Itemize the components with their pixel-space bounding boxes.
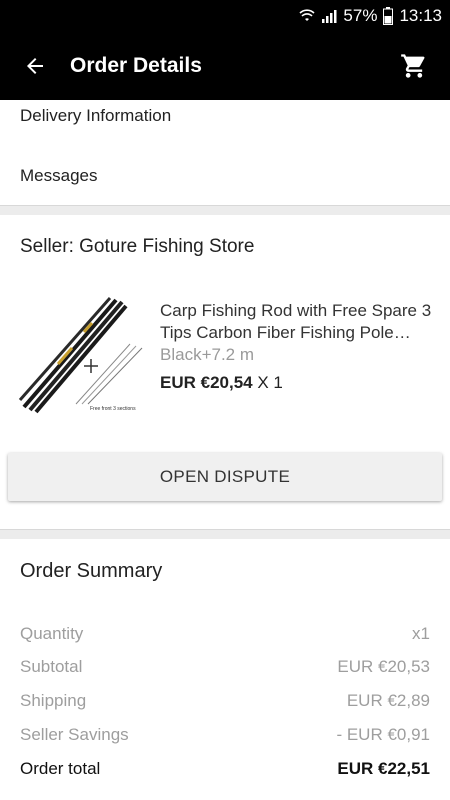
summary-label: Shipping <box>20 691 87 710</box>
order-total-label: Order total <box>20 759 101 778</box>
summary-value: EUR €2,89 <box>346 691 430 710</box>
seller-name[interactable]: Seller: Goture Fishing Store <box>20 236 254 258</box>
product-image-caption: Free front 3 sections <box>90 406 136 412</box>
product-quantity: X 1 <box>252 373 283 392</box>
order-total-value: EUR €22,51 <box>337 759 430 778</box>
order-summary-title: Order Summary <box>20 560 163 582</box>
summary-value: - EUR €0,91 <box>336 725 430 744</box>
summary-row-quantity: Quantity x1 <box>20 624 430 644</box>
summary-label: Seller Savings <box>20 725 129 744</box>
battery-percent: 57% <box>343 6 378 25</box>
summary-row-subtotal: Subtotal EUR €20,53 <box>20 657 430 677</box>
summary-value: EUR €20,53 <box>337 657 430 676</box>
status-bar: 57% 13:13 <box>0 0 450 32</box>
product-price-line: EUR €20,54 X 1 <box>160 373 283 393</box>
shopping-cart-icon[interactable] <box>386 32 442 100</box>
summary-row-order-total: Order total EUR €22,51 <box>20 759 430 779</box>
section-divider <box>0 205 450 215</box>
delivery-information-link[interactable]: Delivery Information <box>20 106 171 126</box>
summary-value: x1 <box>412 624 430 643</box>
section-divider <box>0 529 450 539</box>
product-title[interactable]: Carp Fishing Rod with Free Spare 3 Tips … <box>160 300 435 344</box>
open-dispute-button[interactable]: OPEN DISPUTE <box>8 453 442 501</box>
arrow-back-icon[interactable] <box>0 32 70 100</box>
product-price: EUR €20,54 <box>160 373 253 392</box>
summary-row-seller-savings: Seller Savings - EUR €0,91 <box>20 725 430 745</box>
summary-label: Quantity <box>20 624 84 643</box>
app-bar: Order Details <box>0 32 450 100</box>
signal-icon <box>321 8 337 24</box>
summary-row-shipping: Shipping EUR €2,89 <box>20 691 430 711</box>
summary-label: Subtotal <box>20 657 83 676</box>
clock: 13:13 <box>399 6 442 25</box>
page-title: Order Details <box>70 54 202 77</box>
wifi-icon <box>299 8 315 24</box>
product-image[interactable]: Free front 3 sections <box>18 292 146 420</box>
product-variant: Black+7.2 m <box>160 345 255 364</box>
battery-icon <box>383 7 394 25</box>
messages-link[interactable]: Messages <box>20 166 97 186</box>
